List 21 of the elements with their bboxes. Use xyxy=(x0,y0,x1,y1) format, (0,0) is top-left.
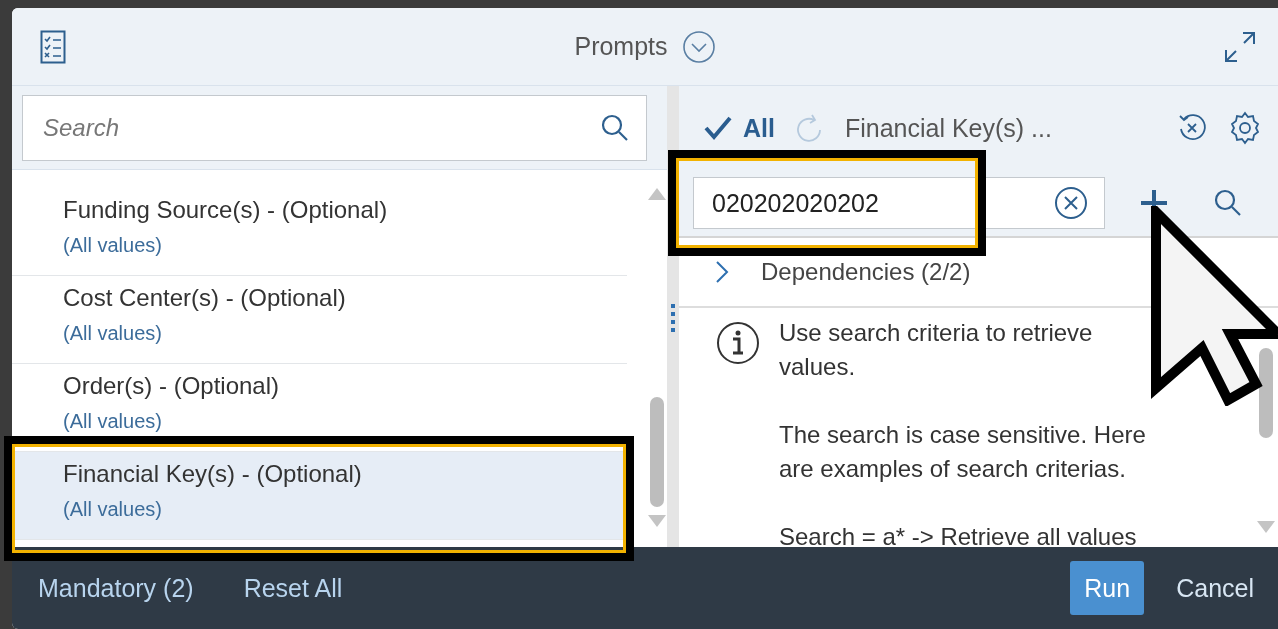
search-input[interactable]: Search xyxy=(41,113,600,143)
current-prompt-label: Financial Key(s) ... xyxy=(844,113,1053,143)
prompt-name: Order(s) - (Optional) xyxy=(63,372,281,400)
prompt-value: (All values) xyxy=(63,498,163,521)
dependencies-label: Dependencies (2/2) xyxy=(761,258,971,286)
info-paragraph: Use search criteria to retrieve values. xyxy=(779,318,1094,382)
prompt-value: (All values) xyxy=(63,410,163,433)
prompt-value: (All values) xyxy=(63,234,163,257)
footer-link[interactable]: Reset All xyxy=(243,573,343,603)
prompt-name: Financial Key(s) - (Optional) xyxy=(63,460,363,488)
info-paragraph: Search = a* -> Retrieve all values xyxy=(779,522,1138,547)
search-field[interactable]: Search xyxy=(22,95,647,161)
prompt-name: Funding Source(s) - (Optional) xyxy=(63,196,389,224)
footer-link[interactable]: Mandatory (2) xyxy=(38,573,194,603)
select-all-button[interactable]: All xyxy=(703,113,775,143)
info-paragraph: The search is case sensitive. Here are examples of search criterias. xyxy=(779,420,1147,484)
cancel-button[interactable]: Cancel xyxy=(1176,561,1254,615)
dialog-title: Prompts xyxy=(574,32,668,61)
value-input-field[interactable]: 020202020202 xyxy=(693,177,1105,229)
prompt-name: Cost Center(s) - (Optional) xyxy=(63,284,347,312)
prompt-value: (All values) xyxy=(63,322,163,345)
